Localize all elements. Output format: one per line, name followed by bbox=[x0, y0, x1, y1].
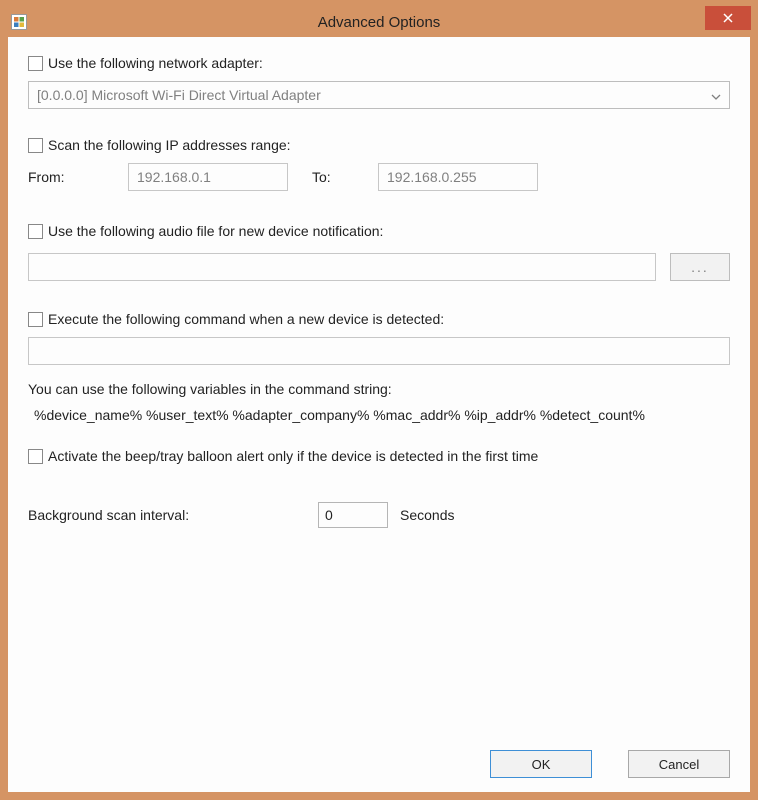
command-checkbox[interactable] bbox=[28, 312, 43, 327]
command-input[interactable] bbox=[28, 337, 730, 365]
command-checkbox-label: Execute the following command when a new… bbox=[48, 311, 444, 327]
ip-to-input[interactable]: 192.168.0.255 bbox=[378, 163, 538, 191]
dialog-window: Advanced Options Use the following netwo… bbox=[0, 0, 758, 800]
ip-range-checkbox[interactable] bbox=[28, 138, 43, 153]
first-time-checkbox-label: Activate the beep/tray balloon alert onl… bbox=[48, 448, 538, 464]
interval-label: Background scan interval: bbox=[28, 507, 318, 523]
interval-row: Background scan interval: 0 Seconds bbox=[28, 502, 730, 528]
adapter-select[interactable]: [0.0.0.0] Microsoft Wi-Fi Direct Virtual… bbox=[28, 81, 730, 109]
chevron-down-icon bbox=[711, 87, 721, 103]
ip-from-input[interactable]: 192.168.0.1 bbox=[128, 163, 288, 191]
dialog-footer: OK Cancel bbox=[28, 734, 730, 778]
audio-fields: ... bbox=[28, 253, 730, 281]
interval-unit-label: Seconds bbox=[400, 507, 454, 523]
ip-range-fields: From: 192.168.0.1 To: 192.168.0.255 bbox=[28, 163, 730, 191]
audio-path-input[interactable] bbox=[28, 253, 656, 281]
audio-checkbox-label: Use the following audio file for new dev… bbox=[48, 223, 383, 239]
system-menu-icon[interactable] bbox=[11, 14, 27, 30]
ip-range-checkbox-label: Scan the following IP addresses range: bbox=[48, 137, 291, 153]
ip-range-option-row: Scan the following IP addresses range: bbox=[28, 137, 730, 153]
command-variables-text: %device_name% %user_text% %adapter_compa… bbox=[28, 405, 730, 426]
window-title: Advanced Options bbox=[7, 14, 751, 31]
close-icon bbox=[723, 13, 733, 23]
adapter-select-value: [0.0.0.0] Microsoft Wi-Fi Direct Virtual… bbox=[37, 87, 321, 103]
ip-to-label: To: bbox=[288, 169, 378, 185]
adapter-checkbox[interactable] bbox=[28, 56, 43, 71]
interval-input[interactable]: 0 bbox=[318, 502, 388, 528]
command-option-row: Execute the following command when a new… bbox=[28, 311, 730, 327]
client-area: Use the following network adapter: [0.0.… bbox=[8, 37, 750, 792]
command-help-text: You can use the following variables in t… bbox=[28, 381, 730, 397]
ok-button[interactable]: OK bbox=[490, 750, 592, 778]
close-button[interactable] bbox=[705, 6, 751, 30]
title-bar: Advanced Options bbox=[7, 7, 751, 37]
audio-option-row: Use the following audio file for new dev… bbox=[28, 223, 730, 239]
audio-browse-button[interactable]: ... bbox=[670, 253, 730, 281]
audio-checkbox[interactable] bbox=[28, 224, 43, 239]
first-time-checkbox[interactable] bbox=[28, 449, 43, 464]
cancel-button[interactable]: Cancel bbox=[628, 750, 730, 778]
adapter-checkbox-label: Use the following network adapter: bbox=[48, 55, 263, 71]
ip-from-label: From: bbox=[28, 169, 128, 185]
first-time-option-row: Activate the beep/tray balloon alert onl… bbox=[28, 448, 730, 464]
adapter-option-row: Use the following network adapter: bbox=[28, 55, 730, 71]
